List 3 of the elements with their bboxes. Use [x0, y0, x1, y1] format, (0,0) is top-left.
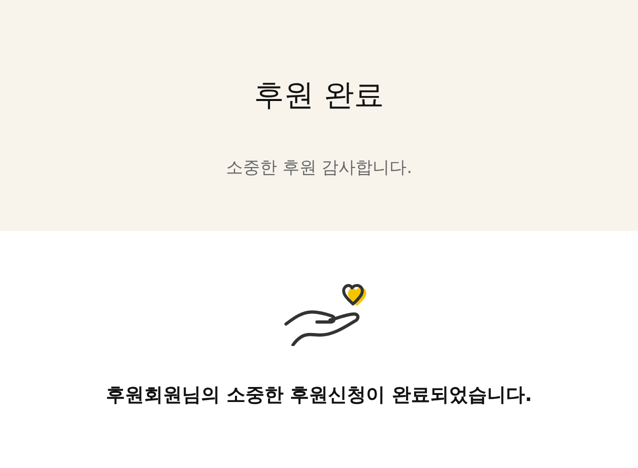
page-title: 후원 완료 — [254, 77, 384, 115]
completion-message: 후원회원님의 소중한 후원신청이 완료되었습니다. — [106, 383, 532, 408]
subtitle: 소중한 후원 감사합니다. — [226, 157, 412, 180]
